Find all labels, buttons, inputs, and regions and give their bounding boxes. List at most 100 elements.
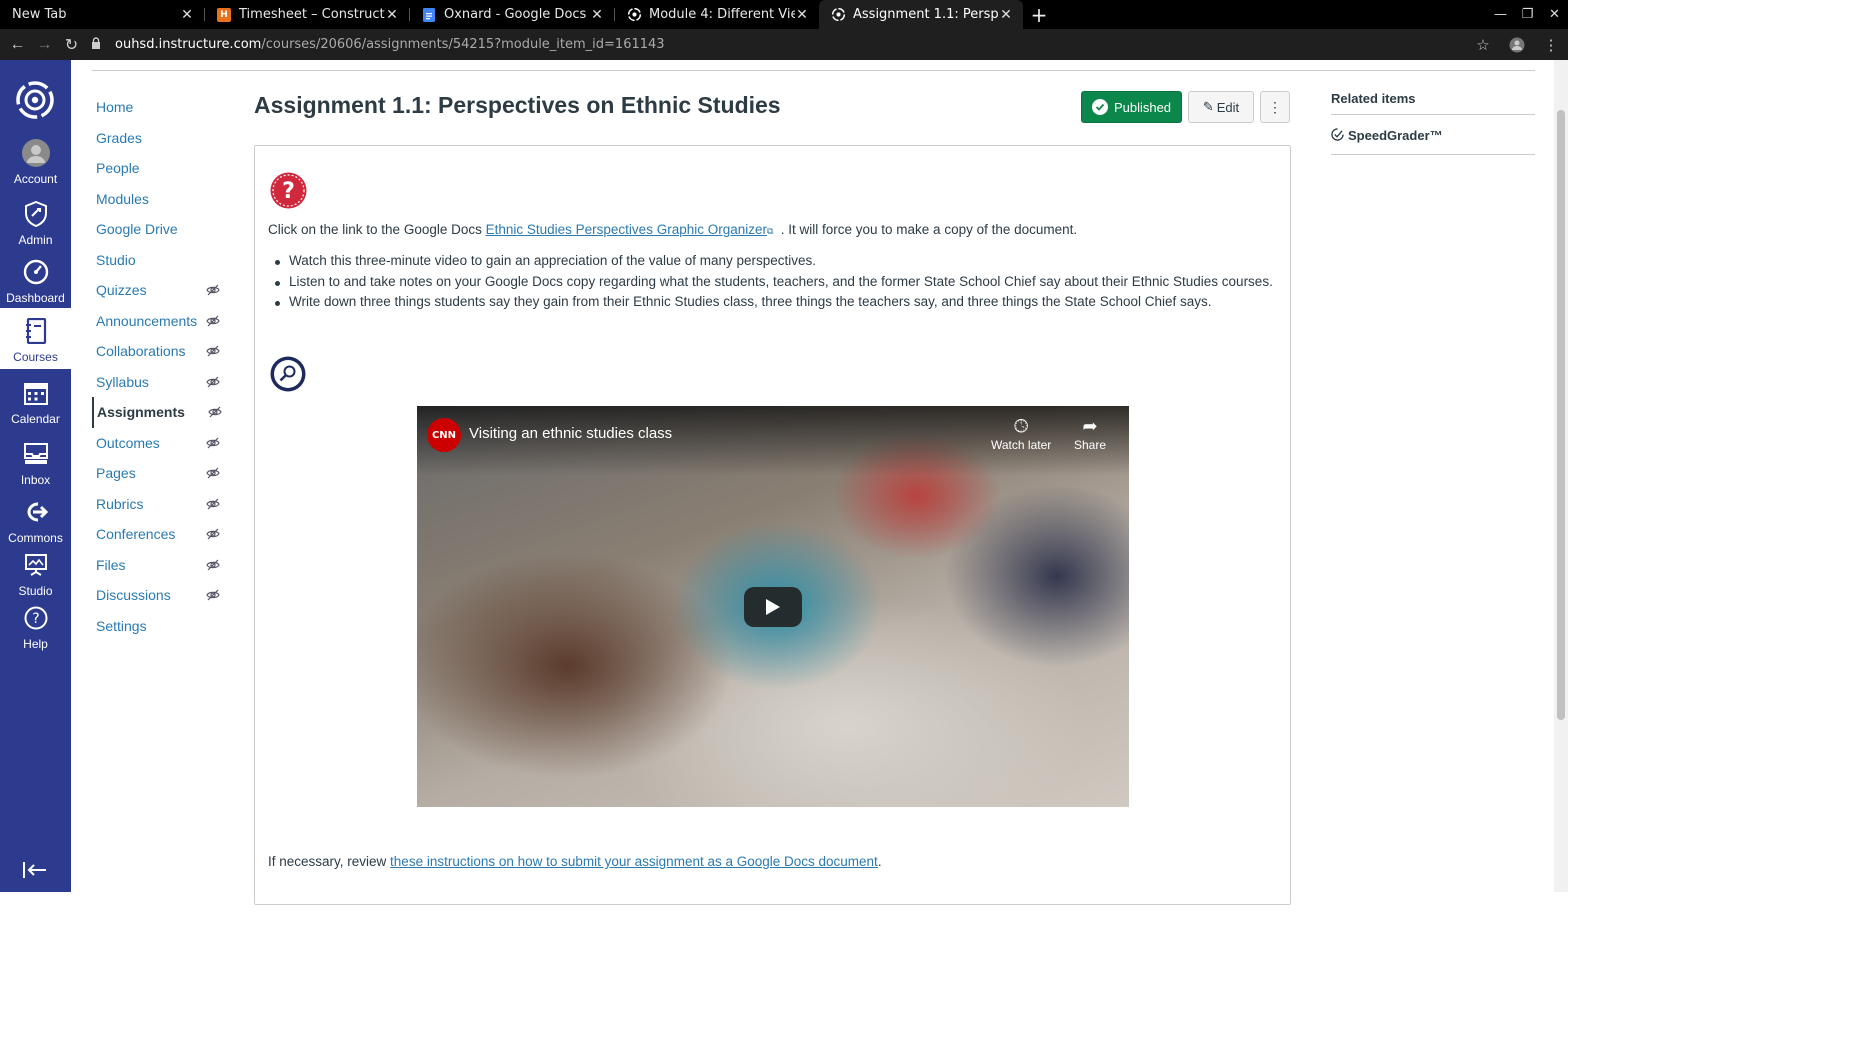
course-nav-label: Syllabus	[96, 373, 149, 390]
course-nav-item-grades[interactable]: Grades	[92, 123, 232, 154]
intro-text: . It will force you to make a copy of th…	[777, 222, 1078, 237]
bookmark-star-icon[interactable]: ☆	[1466, 36, 1500, 54]
course-nav-item-google-drive[interactable]: Google Drive	[92, 214, 232, 245]
global-nav-label: Admin	[18, 233, 53, 247]
global-nav-commons[interactable]: Commons	[0, 497, 71, 545]
hidden-eye-icon	[206, 466, 220, 480]
global-nav-admin[interactable]: Admin	[0, 199, 71, 247]
course-nav-item-announcements[interactable]: Announcements	[92, 306, 232, 337]
tab-title: New Tab	[12, 7, 67, 22]
course-nav-item-people[interactable]: People	[92, 153, 232, 184]
calendar-icon	[21, 378, 51, 408]
course-nav-label: Conferences	[96, 526, 176, 543]
play-button[interactable]	[744, 587, 802, 627]
lock-icon	[91, 37, 105, 52]
close-tab-icon[interactable]: ✕	[590, 7, 604, 23]
published-button[interactable]: Published	[1081, 91, 1182, 123]
minimize-icon[interactable]: —	[1487, 0, 1514, 29]
window-controls: — ❐ ✕	[1487, 0, 1568, 29]
back-icon[interactable]: ←	[4, 29, 31, 60]
profile-avatar-icon[interactable]	[1500, 37, 1534, 53]
channel-logo[interactable]: CNN	[427, 418, 461, 452]
edit-button[interactable]: ✎ Edit	[1188, 91, 1254, 123]
course-nav-label: Rubrics	[96, 495, 144, 512]
forward-icon[interactable]: →	[31, 29, 58, 60]
reload-icon[interactable]: ↻	[58, 29, 85, 60]
tab-title: Module 4: Different Views	[649, 7, 795, 22]
external-link-icon: ⧉	[767, 226, 774, 236]
scrollbar-thumb[interactable]	[1557, 110, 1565, 720]
youtube-video-embed[interactable]: CNN Visiting an ethnic studies class 🕓︎ …	[417, 406, 1129, 807]
edit-label: Edit	[1216, 99, 1240, 115]
browser-tab[interactable]: Oxnard - Google Docs ✕	[410, 0, 614, 29]
watch-later-label: Watch later	[991, 438, 1052, 452]
course-nav-item-rubrics[interactable]: Rubrics	[92, 489, 232, 520]
course-nav-item-settings[interactable]: Settings	[92, 611, 232, 642]
share-button[interactable]: ➦ Share	[1074, 416, 1106, 452]
commons-arrow-icon	[21, 497, 51, 527]
new-tab-button[interactable]: +	[1023, 0, 1055, 29]
close-tab-icon[interactable]: ✕	[999, 7, 1013, 23]
global-nav-inbox[interactable]: Inbox	[0, 439, 71, 487]
course-nav-item-studio[interactable]: Studio	[92, 245, 232, 276]
maximize-icon[interactable]: ❐	[1514, 0, 1541, 29]
browser-tab-active[interactable]: Assignment 1.1: Perspecti ✕	[819, 0, 1023, 29]
course-nav-item-files[interactable]: Files	[92, 550, 232, 581]
course-nav-label: Assignments	[97, 404, 185, 421]
close-tab-icon[interactable]: ✕	[385, 7, 399, 23]
more-options-button[interactable]: ⋮	[1260, 91, 1290, 123]
course-nav-item-outcomes[interactable]: Outcomes	[92, 428, 232, 459]
global-nav-help[interactable]: ? Help	[0, 603, 71, 651]
published-label: Published	[1113, 99, 1172, 115]
list-item: Write down three things students say the…	[275, 294, 1273, 315]
course-nav-item-home[interactable]: Home	[92, 92, 232, 123]
course-nav-item-modules[interactable]: Modules	[92, 184, 232, 215]
close-tab-icon[interactable]: ✕	[180, 7, 194, 23]
speedgrader-icon	[1331, 128, 1344, 144]
question-mark-icon: ?	[270, 172, 307, 209]
tab-title: Oxnard - Google Docs	[444, 7, 587, 22]
video-title[interactable]: Visiting an ethnic studies class	[469, 425, 672, 442]
course-nav-item-pages[interactable]: Pages	[92, 458, 232, 489]
global-nav-calendar[interactable]: Calendar	[0, 378, 71, 426]
course-nav-label: Google Drive	[96, 221, 178, 238]
help-question-icon: ?	[21, 603, 51, 633]
graphic-organizer-link[interactable]: Ethnic Studies Perspectives Graphic Orga…	[486, 222, 767, 237]
global-nav-account[interactable]: Account	[0, 138, 71, 186]
kebab-menu-icon: ⋮	[1268, 98, 1282, 115]
global-nav-dashboard[interactable]: Dashboard	[0, 257, 71, 305]
global-nav-courses[interactable]: Courses	[0, 308, 71, 369]
course-nav-item-conferences[interactable]: Conferences	[92, 519, 232, 550]
close-tab-icon[interactable]: ✕	[795, 7, 809, 23]
browser-tab[interactable]: H Timesheet – Construct Ed ✕	[205, 0, 409, 29]
svg-text:?: ?	[32, 611, 39, 627]
browser-menu-icon[interactable]: ⋮	[1534, 36, 1568, 54]
share-label: Share	[1074, 438, 1107, 452]
hidden-eye-icon	[206, 558, 220, 572]
course-nav-item-syllabus[interactable]: Syllabus	[92, 367, 232, 398]
course-nav-item-assignments[interactable]: Assignments	[92, 397, 232, 428]
close-window-icon[interactable]: ✕	[1541, 0, 1568, 29]
canvas-logo-icon[interactable]	[15, 80, 55, 120]
collapse-nav-icon[interactable]	[22, 860, 50, 880]
submission-instructions-link[interactable]: these instructions on how to submit your…	[390, 854, 878, 869]
course-nav-item-collaborations[interactable]: Collaborations	[92, 336, 232, 367]
url-path: /courses/20606/assignments/54215?module_…	[261, 37, 665, 52]
watch-later-button[interactable]: 🕓︎ Watch later	[991, 416, 1051, 452]
course-nav-item-quizzes[interactable]: Quizzes	[92, 275, 232, 306]
course-nav-item-discussions[interactable]: Discussions	[92, 580, 232, 611]
speedgrader-link[interactable]: SpeedGrader™	[1331, 128, 1535, 155]
course-nav-label: Quizzes	[96, 282, 147, 299]
hidden-eye-icon	[206, 314, 220, 328]
page-scrollbar[interactable]	[1554, 60, 1568, 892]
course-nav-label: Files	[96, 556, 126, 573]
global-nav-studio[interactable]: Studio	[0, 550, 71, 598]
global-navigation: Account Admin Dashboard Courses Calendar…	[0, 60, 71, 892]
hidden-eye-icon	[206, 436, 220, 450]
list-item: Watch this three-minute video to gain an…	[275, 253, 1273, 274]
magnifier-icon	[270, 356, 306, 392]
browser-tab[interactable]: Module 4: Different Views ✕	[615, 0, 819, 29]
address-bar[interactable]: ouhsd.instructure.com/courses/20606/assi…	[91, 33, 1466, 57]
browser-tab[interactable]: New Tab ✕	[0, 0, 204, 29]
tab-title: Assignment 1.1: Perspecti	[853, 7, 999, 22]
